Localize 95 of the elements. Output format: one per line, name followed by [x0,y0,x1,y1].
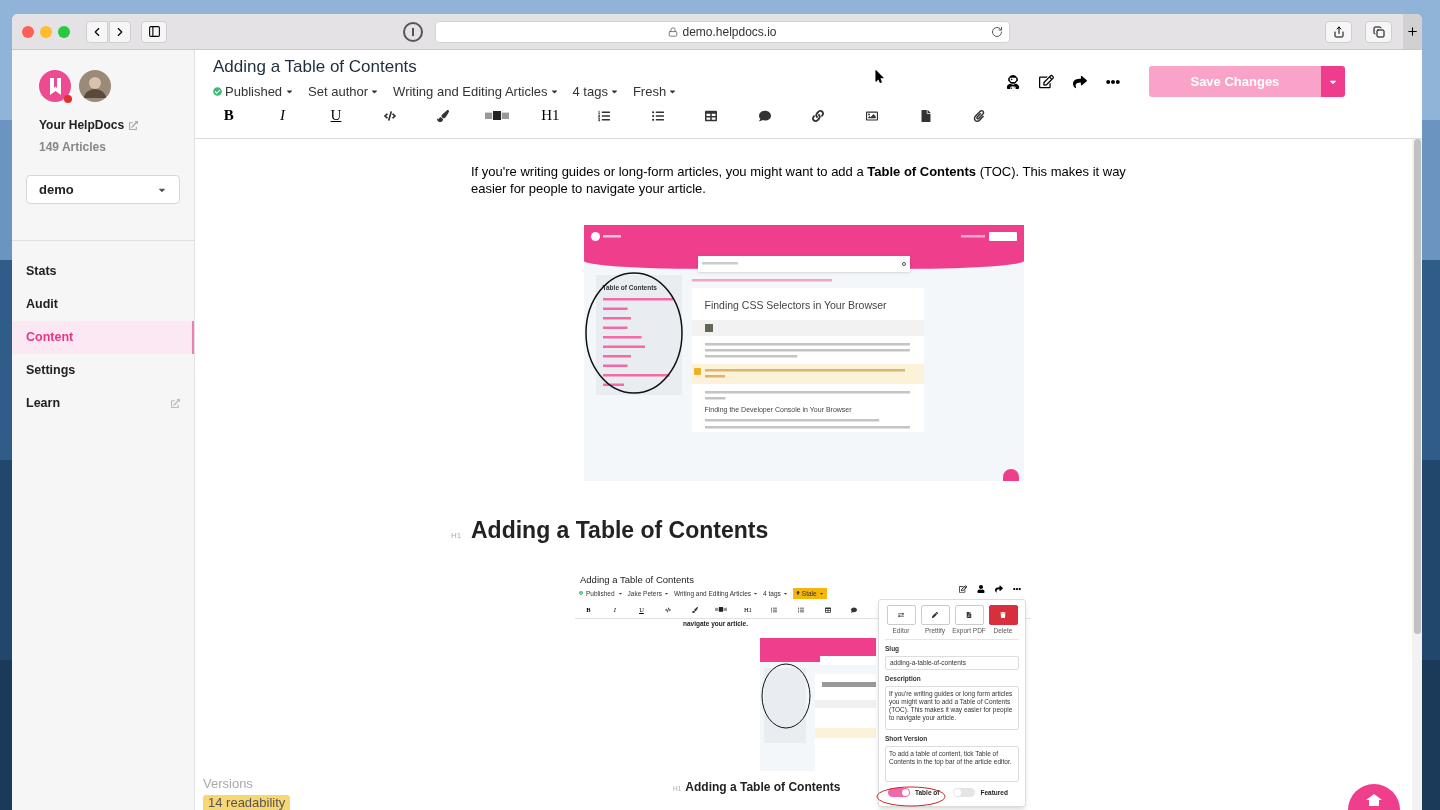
paperclip-icon[interactable] [973,109,986,122]
placeholder-drawing [701,261,738,267]
delete-button[interactable] [988,604,1018,625]
bullet-list-icon[interactable] [651,109,664,122]
brand-name: Your HelpDocs [39,117,125,134]
reload-icon[interactable] [991,25,1003,38]
pdf-file-icon [966,611,972,618]
password-manager-button[interactable] [403,21,423,42]
nav-item[interactable]: Learn [12,387,194,420]
prettify-button[interactable] [920,604,950,625]
external-link-icon [171,399,180,408]
italic-button[interactable]: I [279,108,285,123]
check-icon [579,591,583,596]
annotation-circle [876,785,946,807]
workspace-select[interactable]: demo [26,175,180,204]
pen-icon [932,611,938,618]
figure-icon[interactable] [1005,74,1020,89]
readability-badge: 14 readability [203,795,291,810]
brush-icon[interactable] [691,606,698,613]
share-icon [1332,25,1345,38]
heading-button[interactable]: H1 [541,108,560,123]
numbered-list-icon[interactable] [597,109,610,122]
caret-icon [782,590,788,596]
sidebar-toggle-button[interactable] [141,20,167,43]
table-icon[interactable] [705,109,718,122]
meta-dropdown[interactable]: 4 tags [572,82,619,102]
new-tab-button[interactable] [1403,14,1422,49]
layout-icon[interactable] [484,110,509,121]
meta-dropdown[interactable]: Fresh [632,82,678,102]
logo-icon [39,70,73,104]
lock-icon [668,26,679,37]
bold-button[interactable]: B [223,108,234,123]
nav-item[interactable]: Settings [12,354,194,387]
avatar-icon [79,70,111,102]
meta-dropdown[interactable]: Writing and Editing Articles [393,82,559,102]
sidebar-icon [147,25,161,38]
article-heading: Adding a Table of Contents [471,516,769,545]
image-icon[interactable] [865,109,878,122]
external-link-icon[interactable] [1038,74,1054,89]
meta-dropdown[interactable]: Set author [308,82,380,102]
help-beacon-icon [1002,469,1019,481]
article-count: 149 Articles [38,139,107,156]
author-avatar-icon [704,323,713,332]
speech-bubble-icon[interactable] [851,606,858,613]
code-icon[interactable] [665,606,672,613]
user-icon[interactable] [977,584,985,593]
table-icon[interactable] [824,606,831,613]
editor-button[interactable] [886,604,916,625]
share-icon[interactable] [995,584,1003,593]
plus-icon [1406,25,1419,38]
brush-icon[interactable] [437,109,450,122]
layout-icon[interactable] [715,607,728,613]
toggle-switch[interactable] [953,787,976,797]
address-bar[interactable]: demo.helpdocs.io [435,20,1010,43]
code-icon[interactable] [383,109,396,122]
contact-button[interactable] [988,232,1017,241]
speech-bubble-icon[interactable] [758,109,771,122]
caret-icon [617,590,623,596]
trash-icon [1000,611,1006,618]
site-name-drawing [602,233,621,240]
caret-icon [663,590,669,596]
forward-button[interactable] [109,20,131,43]
bulb-icon [795,591,800,596]
bulb-icon [693,367,701,375]
article-heading: Adding a Table of Contents [685,779,841,796]
site-logo-icon [590,232,600,241]
url-text: demo.helpdocs.io [682,23,777,41]
toggle-switch[interactable] [888,787,910,797]
back-button[interactable] [86,20,108,43]
share-icon[interactable] [1072,74,1087,89]
tabs-icon [1372,25,1385,38]
link-icon[interactable] [812,109,825,122]
status-dropdown[interactable]: Published [213,82,295,102]
article-paragraph: If you're writing guides or long-form articles, you might want to add a Table of Contents (TOC). This makes it way easier for people to navigate your article. [471,163,1127,197]
versions-label: Versions [203,774,253,793]
mouse-cursor-icon [873,70,886,83]
tabs-button[interactable] [1365,20,1392,43]
house-icon [1366,794,1382,806]
external-link-icon[interactable] [959,584,967,593]
pdf-button[interactable] [954,604,984,625]
share-button[interactable] [1325,20,1352,43]
heading-tag: H1 [451,530,471,542]
nav-item[interactable]: Stats [12,255,194,288]
caret-icon [818,590,824,596]
site-nav-drawing [960,233,985,240]
arrows-icon [898,611,904,618]
nav-item[interactable]: Audit [12,288,194,321]
search-field[interactable] [697,256,910,272]
article-title: Adding a Table of Contents [213,56,417,78]
check-icon [213,87,222,97]
article-heading: Finding CSS Selectors in Your Browser [703,298,888,313]
file-icon[interactable] [919,109,932,122]
underline-button[interactable]: U [330,108,342,123]
article-title: Adding a Table of Contents [579,573,694,586]
caret-icon [753,590,759,596]
